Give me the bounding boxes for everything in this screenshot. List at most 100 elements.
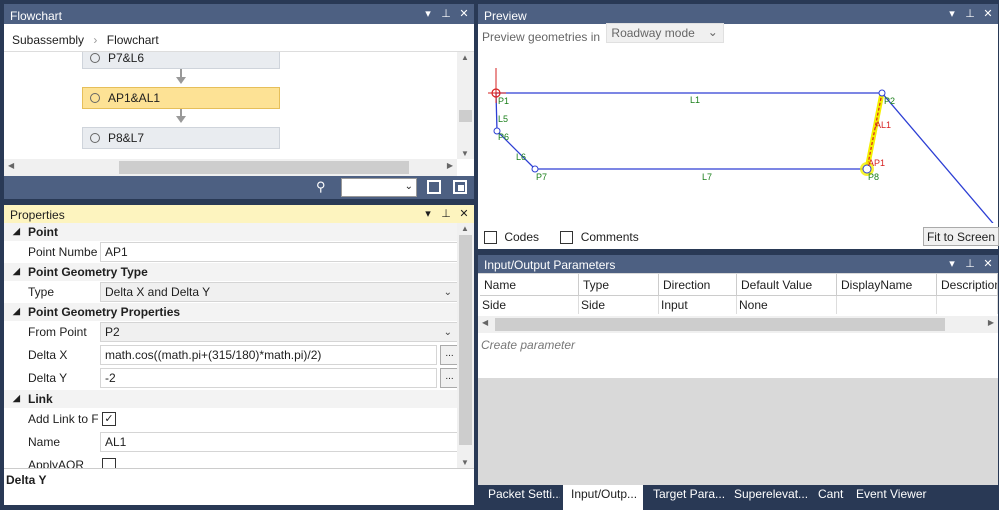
scroll-right-icon[interactable]: ▶: [447, 161, 453, 170]
pin-icon[interactable]: ⊥: [440, 207, 452, 220]
property-description: Delta Y: [4, 468, 474, 505]
flowchart-hscroll[interactable]: ◀ ▶: [4, 159, 457, 176]
section-point[interactable]: ◢ Point: [4, 223, 461, 241]
arrowhead-icon: [176, 77, 186, 84]
flowchart-vscroll[interactable]: ▲ ▼: [457, 52, 474, 159]
label-ap1: AP1: [868, 158, 885, 168]
scroll-down-icon[interactable]: ▼: [461, 149, 469, 158]
scroll-up-icon[interactable]: ▲: [461, 224, 469, 233]
chevron-down-icon[interactable]: ▾: [946, 7, 958, 20]
properties-panel: Properties ▾ ⊥ ✕ ◢ Point Point Numbe AP1…: [4, 205, 474, 505]
breadcrumb-subassembly[interactable]: Subassembly: [12, 33, 84, 47]
cell-direction[interactable]: Input: [659, 296, 737, 314]
close-icon[interactable]: ✕: [458, 207, 470, 220]
scroll-up-icon[interactable]: ▲: [461, 53, 469, 62]
flowchart-canvas[interactable]: P7&L6 AP1&AL1 P8&L7: [4, 52, 457, 159]
col-header-display-name[interactable]: DisplayName: [837, 274, 937, 296]
scroll-thumb[interactable]: [119, 161, 409, 174]
maximize-icon[interactable]: [453, 180, 467, 194]
breadcrumb-flowchart[interactable]: Flowchart: [107, 33, 159, 47]
scroll-left-icon[interactable]: ◀: [8, 161, 14, 170]
cell-display-name[interactable]: [837, 296, 937, 314]
io-titlebar: Input/Output Parameters ▾ ⊥ ✕: [478, 255, 998, 273]
cell-type[interactable]: Side: [579, 296, 659, 314]
fit-to-screen-button[interactable]: Fit to Screen: [922, 227, 999, 246]
collapse-icon[interactable]: ◢: [13, 306, 20, 317]
apply-aor-checkbox[interactable]: [102, 458, 116, 468]
col-header-default-value[interactable]: Default Value: [737, 274, 837, 296]
collapse-icon[interactable]: ◢: [13, 266, 20, 277]
row-apply-aor: ApplyAOR: [4, 454, 461, 468]
breadcrumb: Subassembly › Flowchart: [4, 24, 474, 52]
add-link-checkbox[interactable]: ✓: [102, 412, 116, 426]
cell-default-value[interactable]: None: [737, 296, 837, 314]
chevron-down-icon: ⌄: [404, 181, 413, 192]
scroll-left-icon[interactable]: ◀: [482, 318, 488, 327]
from-point-select[interactable]: P2 ⌄: [100, 322, 459, 342]
preview-canvas[interactable]: P1 L1 P2 AL1 L5 P6 L6 P7 L7 AP1 P8: [478, 48, 998, 223]
row-name: Name AL1: [4, 431, 461, 453]
comments-checkbox[interactable]: [560, 231, 574, 245]
section-geometry-props[interactable]: ◢ Point Geometry Properties: [4, 303, 461, 321]
tab-packet-settings[interactable]: Packet Setti...: [480, 485, 560, 510]
scroll-thumb[interactable]: [495, 318, 945, 331]
section-link[interactable]: ◢ Link: [4, 390, 461, 408]
io-table: Name Type Direction Default Value Displa…: [478, 274, 998, 378]
preview-mode-select[interactable]: Roadway mode ⌄: [606, 23, 724, 43]
flowchart-node-p7-l6[interactable]: P7&L6: [82, 52, 280, 69]
prop-label: Delta Y: [28, 371, 68, 385]
col-header-type[interactable]: Type: [579, 274, 659, 296]
create-parameter-row[interactable]: Create parameter: [481, 336, 996, 354]
col-header-description[interactable]: Description: [937, 274, 998, 296]
label-p7: P7: [536, 172, 547, 182]
search-icon[interactable]: ⚲: [316, 179, 326, 195]
close-icon[interactable]: ✕: [982, 7, 994, 20]
tab-target-parameters[interactable]: Target Para...: [645, 485, 725, 510]
io-hscroll[interactable]: ◀ ▶: [478, 316, 998, 333]
flowchart-toolbar: ⚲ ⌄: [4, 176, 474, 199]
zoom-combo[interactable]: ⌄: [341, 178, 417, 197]
tab-input-output[interactable]: Input/Outp...: [563, 485, 643, 510]
chevron-down-icon[interactable]: ▾: [422, 7, 434, 20]
pin-icon[interactable]: ⊥: [440, 7, 452, 20]
tab-superelevation[interactable]: Superelevat...: [726, 485, 808, 510]
flowchart-node-p8-l7[interactable]: P8&L7: [82, 127, 280, 149]
cell-description[interactable]: [937, 296, 998, 314]
row-from-point: From Point P2 ⌄: [4, 321, 461, 343]
close-icon[interactable]: ✕: [458, 7, 470, 20]
label-l6: L6: [516, 152, 526, 162]
col-header-direction[interactable]: Direction: [659, 274, 737, 296]
scroll-right-icon[interactable]: ▶: [988, 318, 994, 327]
scroll-down-icon[interactable]: ▼: [461, 458, 469, 467]
prop-label: From Point: [28, 325, 87, 339]
label-l1: L1: [690, 95, 700, 105]
scroll-thumb[interactable]: [459, 110, 472, 122]
section-geometry-type[interactable]: ◢ Point Geometry Type: [4, 263, 461, 281]
name-input[interactable]: AL1: [100, 432, 459, 452]
flowchart-node-ap1-al1[interactable]: AP1&AL1: [82, 87, 280, 109]
collapse-icon[interactable]: ◢: [13, 226, 20, 237]
point-number-input[interactable]: AP1: [100, 242, 459, 262]
chevron-down-icon[interactable]: ▾: [946, 257, 958, 270]
collapse-icon[interactable]: ◢: [13, 393, 20, 404]
codes-checkbox[interactable]: [484, 231, 497, 245]
col-header-name[interactable]: Name: [480, 274, 579, 296]
scroll-thumb[interactable]: [459, 235, 472, 445]
chevron-down-icon[interactable]: ▾: [422, 207, 434, 220]
delta-x-input[interactable]: math.cos((math.pi+(315/180)*math.pi)/2): [100, 345, 437, 365]
label-p1: P1: [498, 96, 509, 106]
cell-name[interactable]: Side: [480, 296, 579, 314]
close-icon[interactable]: ✕: [982, 257, 994, 270]
delta-y-input[interactable]: -2: [100, 368, 437, 388]
tab-event-viewer[interactable]: Event Viewer: [848, 485, 938, 510]
pin-icon[interactable]: ⊥: [964, 7, 976, 20]
node-radio-icon: [90, 53, 100, 63]
fit-view-icon[interactable]: [427, 180, 441, 194]
type-select[interactable]: Delta X and Delta Y ⌄: [100, 282, 459, 302]
section-label: Point Geometry Properties: [28, 305, 181, 319]
tab-cant[interactable]: Cant: [810, 485, 850, 510]
row-delta-y: Delta Y -2 ...: [4, 367, 461, 389]
properties-vscroll[interactable]: ▲ ▼: [457, 223, 474, 468]
comments-label: Comments: [580, 230, 639, 244]
pin-icon[interactable]: ⊥: [964, 257, 976, 270]
